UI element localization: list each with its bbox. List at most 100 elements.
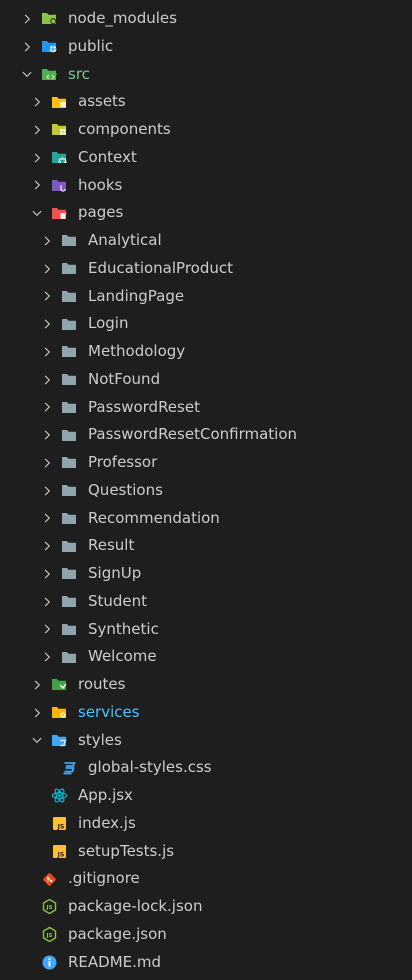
item-label: Context xyxy=(78,147,137,166)
file-item-readme-md[interactable]: README.md xyxy=(0,949,412,977)
file-item-package-lock-json[interactable]: JS package-lock.json xyxy=(0,893,412,921)
react-file-icon xyxy=(50,782,68,810)
chevron-right-icon[interactable] xyxy=(40,532,54,560)
chevron-right-icon[interactable] xyxy=(40,560,54,588)
folder-icon xyxy=(60,338,78,366)
item-label: index.js xyxy=(78,813,136,832)
folder-item-node-modules[interactable]: node_modules xyxy=(0,5,412,33)
node-modules-folder-icon xyxy=(40,5,58,33)
folder-icon xyxy=(60,310,78,338)
info-file-icon xyxy=(40,949,58,977)
chevron-right-icon[interactable] xyxy=(40,255,54,283)
chevron-right-icon[interactable] xyxy=(40,310,54,338)
folder-item-student[interactable]: Student xyxy=(0,588,412,616)
folder-item-analytical[interactable]: Analytical xyxy=(0,227,412,255)
chevron-right-icon[interactable] xyxy=(40,505,54,533)
folder-item-educationalproduct[interactable]: EducationalProduct xyxy=(0,255,412,283)
item-label: App.jsx xyxy=(78,786,133,804)
chevron-right-icon[interactable] xyxy=(40,643,54,671)
item-label: Login xyxy=(88,314,129,333)
item-label: Professor xyxy=(88,453,158,471)
svg-text:JS: JS xyxy=(56,823,64,830)
item-label: hooks xyxy=(78,175,123,194)
chevron-right-icon[interactable] xyxy=(30,88,44,116)
chevron-right-icon[interactable] xyxy=(30,699,44,727)
file-item-index-js[interactable]: JS index.js xyxy=(0,810,412,838)
folder-item-landingpage[interactable]: LandingPage xyxy=(0,283,412,311)
item-label: pages xyxy=(78,203,124,222)
file-item-setuptests-js[interactable]: JS setupTests.js xyxy=(0,838,412,866)
chevron-down-icon[interactable] xyxy=(30,727,44,755)
folder-item-synthetic[interactable]: Synthetic xyxy=(0,616,412,644)
item-label: Synthetic xyxy=(88,619,159,638)
chevron-right-icon[interactable] xyxy=(40,449,54,477)
folder-item-services[interactable]: services xyxy=(0,699,412,727)
folder-item-assets[interactable]: assets xyxy=(0,88,412,116)
folder-item-passwordreset[interactable]: PasswordReset xyxy=(0,394,412,422)
hooks-folder-icon xyxy=(50,172,68,200)
chevron-right-icon[interactable] xyxy=(40,588,54,616)
chevron-right-icon[interactable] xyxy=(40,283,54,311)
chevron-right-icon[interactable] xyxy=(30,172,44,200)
folder-icon xyxy=(60,643,78,671)
item-label: routes xyxy=(78,675,126,693)
js-file-icon: JS xyxy=(50,838,68,866)
folder-icon xyxy=(60,477,78,505)
folder-item-login[interactable]: Login xyxy=(0,310,412,338)
folder-item-context[interactable]: Context xyxy=(0,144,412,172)
folder-item-notfound[interactable]: NotFound xyxy=(0,366,412,394)
item-label: PasswordResetConfirmation xyxy=(88,425,298,444)
folder-item-styles[interactable]: styles xyxy=(0,727,412,755)
nodejs-file-icon: JS xyxy=(40,921,58,949)
chevron-right-icon[interactable] xyxy=(20,33,34,61)
item-label: Welcome xyxy=(88,647,157,666)
file-item-global-styles-css[interactable]: global-styles.css xyxy=(0,754,412,782)
folder-item-signup[interactable]: SignUp xyxy=(0,560,412,588)
chevron-down-icon[interactable] xyxy=(30,199,44,227)
item-label: README.md xyxy=(68,952,162,971)
folder-item-welcome[interactable]: Welcome xyxy=(0,643,412,671)
chevron-right-icon[interactable] xyxy=(40,366,54,394)
chevron-right-icon[interactable] xyxy=(40,338,54,366)
file-item-package-json[interactable]: JS package.json xyxy=(0,921,412,949)
svg-text:JS: JS xyxy=(45,933,52,939)
item-label: Analytical xyxy=(88,231,162,249)
chevron-right-icon[interactable] xyxy=(40,477,54,505)
folder-item-pages[interactable]: pages xyxy=(0,199,412,227)
item-label: global-styles.css xyxy=(88,758,212,777)
item-label: Questions xyxy=(88,480,163,499)
js-file-icon: JS xyxy=(50,810,68,838)
chevron-right-icon[interactable] xyxy=(40,421,54,449)
chevron-right-icon[interactable] xyxy=(30,116,44,144)
item-label: .gitignore xyxy=(68,869,140,888)
chevron-right-icon[interactable] xyxy=(40,227,54,255)
folder-item-recommendation[interactable]: Recommendation xyxy=(0,505,412,533)
item-label: components xyxy=(78,120,171,138)
chevron-down-icon[interactable] xyxy=(20,61,34,89)
folder-item-public[interactable]: public xyxy=(0,33,412,61)
chevron-right-icon[interactable] xyxy=(30,144,44,172)
folder-icon xyxy=(60,505,78,533)
folder-item-hooks[interactable]: hooks xyxy=(0,172,412,200)
file-item-app-jsx[interactable]: App.jsx xyxy=(0,782,412,810)
css-file-icon xyxy=(60,754,78,782)
folder-item-passwordresetconfirmation[interactable]: PasswordResetConfirmation xyxy=(0,421,412,449)
services-folder-icon xyxy=(50,699,68,727)
folder-item-components[interactable]: components xyxy=(0,116,412,144)
folder-item-routes[interactable]: routes xyxy=(0,671,412,699)
chevron-right-icon[interactable] xyxy=(40,616,54,644)
svg-text:JS: JS xyxy=(45,905,52,911)
folder-item-questions[interactable]: Questions xyxy=(0,477,412,505)
item-label: Result xyxy=(88,536,135,555)
folder-item-result[interactable]: Result xyxy=(0,532,412,560)
folder-item-methodology[interactable]: Methodology xyxy=(0,338,412,366)
chevron-right-icon[interactable] xyxy=(30,671,44,699)
chevron-right-icon[interactable] xyxy=(20,5,34,33)
folder-item-src[interactable]: src xyxy=(0,61,412,89)
item-label: EducationalProduct xyxy=(88,258,233,277)
context-folder-icon xyxy=(50,144,68,172)
file-item-gitignore[interactable]: .gitignore xyxy=(0,865,412,893)
chevron-right-icon[interactable] xyxy=(40,394,54,422)
folder-icon xyxy=(60,532,78,560)
folder-item-professor[interactable]: Professor xyxy=(0,449,412,477)
